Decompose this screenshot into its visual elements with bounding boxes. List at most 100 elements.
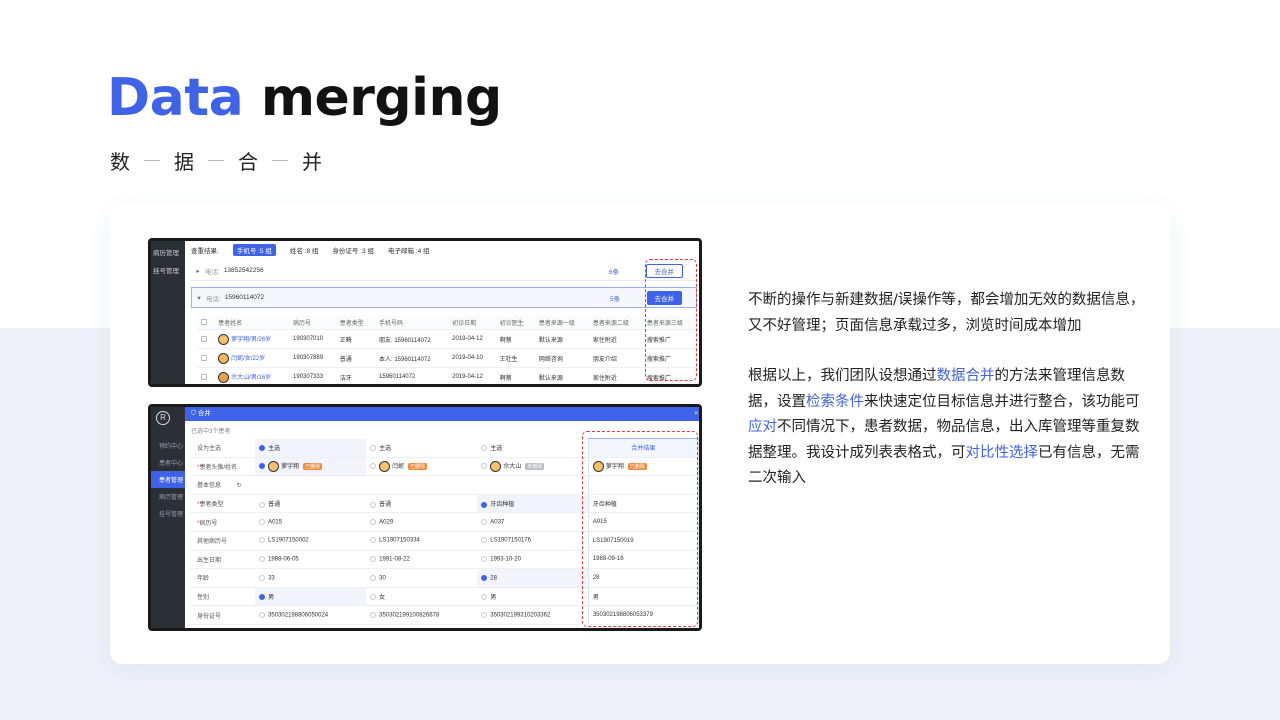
radio-button[interactable] bbox=[370, 611, 377, 618]
patient-name-link[interactable]: 闫妮/女/22岁 bbox=[231, 356, 265, 362]
option-cell[interactable]: 男 bbox=[477, 587, 589, 607]
field-label: 性别 bbox=[189, 587, 256, 607]
chevron-down-icon[interactable]: ▾ bbox=[192, 294, 206, 302]
row-checkbox[interactable] bbox=[197, 367, 215, 384]
column-header: 初诊医生 bbox=[495, 316, 535, 330]
subtitle-char: 数 bbox=[110, 150, 130, 174]
page-subtitle: 数 据 合 并 bbox=[110, 146, 322, 175]
refresh-icon[interactable]: ↻ bbox=[237, 483, 242, 489]
radio-button[interactable] bbox=[370, 574, 377, 581]
option-cell[interactable]: 1988-06-05 bbox=[255, 550, 367, 570]
field-label: 设为主选 bbox=[189, 438, 256, 458]
option-cell[interactable]: 主选 bbox=[477, 438, 589, 458]
radio-button[interactable] bbox=[370, 463, 377, 470]
option-cell[interactable]: 普通 bbox=[255, 494, 367, 514]
table-row[interactable]: 闫妮/女/22岁 190307889 普通 本人: 15960114072 20… bbox=[197, 348, 697, 368]
radio-button[interactable] bbox=[481, 556, 488, 563]
radio-button[interactable] bbox=[481, 445, 488, 452]
option-cell[interactable]: LS1907150002 bbox=[255, 531, 367, 551]
dialog-title: 合并 bbox=[197, 410, 211, 417]
radio-button[interactable] bbox=[481, 463, 488, 470]
duplicate-group-expanded[interactable]: ▾ 电话: 15960114072 5条 去合并 bbox=[191, 287, 697, 308]
option-cell[interactable]: 350302199310203362 bbox=[477, 605, 589, 625]
radio-button[interactable] bbox=[481, 518, 488, 525]
option-cell[interactable] bbox=[255, 475, 367, 495]
row-checkbox[interactable] bbox=[197, 329, 215, 349]
radio-button[interactable] bbox=[481, 611, 488, 618]
status-badge: 已删除 bbox=[303, 462, 323, 470]
radio-button[interactable] bbox=[259, 611, 266, 618]
table-row[interactable]: 佘大山/男/16岁 190307333 洁牙 15960114072 2019-… bbox=[197, 367, 697, 384]
option-cell[interactable]: 普通 bbox=[366, 494, 478, 514]
cell: 本人: 15960114072 bbox=[375, 348, 449, 368]
filter-chip-phone[interactable]: 手机号 :5 组 bbox=[232, 244, 276, 256]
radio-button[interactable] bbox=[370, 594, 377, 601]
option-cell[interactable]: 佘大山 未删除 bbox=[477, 457, 589, 477]
sidebar-item[interactable]: 预约中心 bbox=[151, 437, 185, 454]
cell: 普通 bbox=[335, 348, 375, 368]
option-cell[interactable]: 33 bbox=[255, 568, 367, 588]
sidebar-item[interactable]: 挂号管理 bbox=[151, 505, 185, 522]
option-cell[interactable]: 1991-08-22 bbox=[366, 550, 478, 570]
sidebar-item-active[interactable]: 患者管理 bbox=[151, 471, 185, 488]
filter-chip-id[interactable]: 身份证号 :3 组 bbox=[332, 245, 374, 255]
option-cell[interactable]: 牙齿种植 bbox=[477, 494, 589, 514]
sidebar-item[interactable]: 患者中心 bbox=[151, 454, 185, 471]
close-icon[interactable]: × bbox=[694, 407, 698, 421]
radio-button[interactable] bbox=[259, 556, 266, 563]
option-cell[interactable]: 350302198806050024 bbox=[255, 605, 367, 625]
radio-button[interactable] bbox=[481, 537, 488, 544]
option-cell[interactable]: A037 bbox=[477, 512, 589, 532]
patient-name-link[interactable]: 佘大山/男/16岁 bbox=[231, 375, 271, 381]
radio-button[interactable] bbox=[370, 501, 377, 508]
chevron-right-icon[interactable]: ▸ bbox=[191, 267, 205, 275]
radio-button[interactable] bbox=[259, 501, 266, 508]
radio-button[interactable] bbox=[481, 501, 488, 508]
option-cell[interactable]: 萝宇翔 已删除 bbox=[255, 457, 367, 477]
cell: 默认来源 bbox=[534, 367, 589, 384]
option-cell[interactable] bbox=[477, 475, 589, 495]
option-cell[interactable]: LS1907150334 bbox=[366, 531, 478, 551]
option-cell[interactable]: 主选 bbox=[255, 438, 367, 458]
cell: 家住附近 bbox=[588, 367, 643, 384]
option-cell[interactable]: 女 bbox=[366, 587, 478, 607]
option-cell[interactable]: A015 bbox=[255, 512, 367, 532]
sidebar-item[interactable]: 病历管理 bbox=[151, 488, 185, 505]
row-checkbox[interactable] bbox=[197, 348, 215, 368]
option-cell[interactable]: A029 bbox=[366, 512, 478, 532]
sidebar-item[interactable]: 病历管理 bbox=[151, 245, 185, 263]
subtitle-divider bbox=[144, 160, 160, 161]
option-cell[interactable] bbox=[366, 475, 478, 495]
radio-button[interactable] bbox=[481, 594, 488, 601]
option-cell[interactable]: 男 bbox=[255, 587, 367, 607]
duplicate-group[interactable]: ▸ 电话: 13852542256 6条 去合并 bbox=[191, 261, 697, 281]
radio-button[interactable] bbox=[259, 537, 266, 544]
radio-button[interactable] bbox=[259, 594, 266, 601]
radio-button[interactable] bbox=[259, 574, 266, 581]
option-cell[interactable]: 28 bbox=[477, 568, 589, 588]
radio-button[interactable] bbox=[259, 463, 266, 470]
radio-button[interactable] bbox=[370, 518, 377, 525]
radio-button[interactable] bbox=[259, 518, 266, 525]
table-row[interactable]: 萝宇翔/男/26岁 190307010 正畸 朋友: 15960114072 2… bbox=[197, 329, 697, 349]
filter-chip-name[interactable]: 姓名 :8 组 bbox=[290, 245, 319, 255]
radio-button[interactable] bbox=[259, 445, 266, 452]
sidebar-item[interactable]: 挂号管理 bbox=[151, 263, 185, 281]
select-all-checkbox[interactable] bbox=[197, 316, 215, 330]
option-cell[interactable]: 350302199100826678 bbox=[366, 605, 478, 625]
filter-label: 查重结果: bbox=[191, 248, 219, 255]
radio-button[interactable] bbox=[481, 574, 488, 581]
option-cell[interactable]: 1993-10-20 bbox=[477, 550, 589, 570]
option-cell[interactable]: 闫妮 已删除 bbox=[366, 457, 478, 477]
option-cell[interactable]: 主选 bbox=[366, 438, 478, 458]
filter-chip-email[interactable]: 电子邮箱 :4 组 bbox=[388, 245, 430, 255]
patient-name-link[interactable]: 萝宇翔/男/26岁 bbox=[231, 337, 271, 343]
radio-button[interactable] bbox=[370, 556, 377, 563]
cell: 啊蔡 bbox=[495, 367, 535, 384]
radio-button[interactable] bbox=[370, 445, 377, 452]
cell: 洁牙 bbox=[335, 367, 375, 384]
radio-button[interactable] bbox=[370, 537, 377, 544]
option-cell[interactable]: 30 bbox=[366, 568, 478, 588]
column-header: 手机号码 bbox=[375, 316, 449, 330]
option-cell[interactable]: LS1907150176 bbox=[477, 531, 589, 551]
